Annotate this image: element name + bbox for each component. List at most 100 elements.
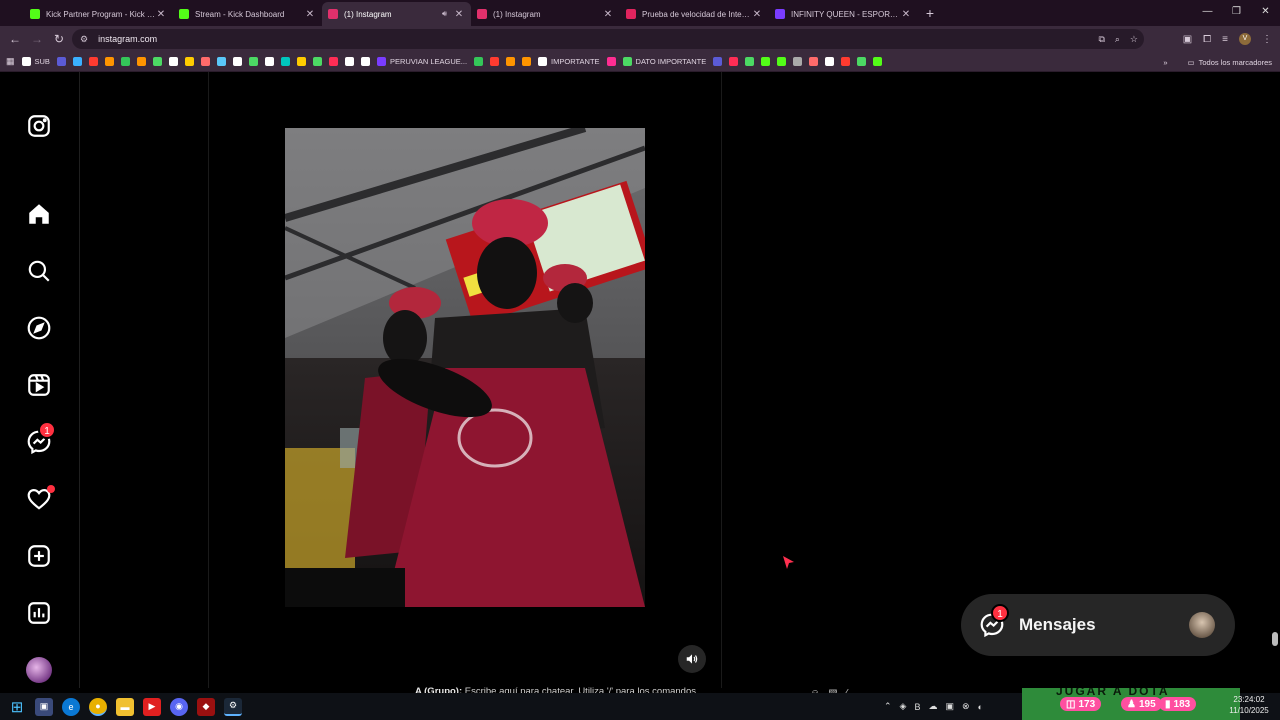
bookmark-item[interactable] [312,57,322,66]
bookmark-item[interactable] [344,57,354,66]
menu-icon[interactable]: ⋮ [1262,34,1272,45]
new-tab-button[interactable]: + [918,2,942,26]
tray-overflow-icon[interactable]: ⌃ [884,701,892,712]
tray-app-icon[interactable]: B [914,702,920,712]
explore-compass-icon[interactable] [25,314,53,342]
bookmark-item[interactable] [825,57,835,66]
bookmark-item[interactable] [713,57,723,66]
bookmark-item[interactable] [280,57,290,66]
system-clock[interactable]: 23:24:02 11/10/2025 [1226,694,1272,716]
profile-avatar[interactable]: V [1239,33,1251,45]
tab-search-icon[interactable]: ≡ [1222,34,1228,45]
bookmark-item[interactable] [136,57,146,66]
bookmark-item[interactable] [168,57,178,66]
browser-tab[interactable]: Stream - Kick Dashboard ✕ [173,2,322,26]
url-text[interactable]: instagram.com [98,34,157,44]
reel-video[interactable] [285,128,645,607]
forward-icon[interactable]: → [26,32,48,46]
site-info-icon[interactable]: ⚙ [80,34,88,45]
all-bookmarks-button[interactable]: ▭ Todos los marcadores [1188,58,1272,67]
bookmark-item[interactable] [328,57,338,66]
xbox-icon[interactable]: ⊗ [962,701,970,712]
bookmark-item[interactable] [88,57,98,66]
tab-close-icon[interactable]: ✕ [900,9,912,20]
create-plus-icon[interactable] [25,542,53,570]
tab-close-icon[interactable]: ✕ [602,9,614,20]
browser-tab[interactable]: Prueba de velocidad de Interne ✕ [620,2,769,26]
bookmark-item[interactable] [216,57,226,66]
instagram-logo-icon[interactable] [25,112,53,140]
bookmark-item[interactable]: PERUVIAN LEAGUE... [376,57,467,66]
tab-close-icon[interactable]: ✕ [304,9,316,20]
audio-toggle-button[interactable] [678,645,706,673]
bookmark-item[interactable] [793,57,803,66]
bookmark-item[interactable]: DATO IMPORTANTE [622,57,706,66]
messages-pill-button[interactable]: 1 Mensajes [961,594,1235,656]
bookmark-item[interactable]: SUB [21,57,50,66]
zoom-icon[interactable]: ⌕ [1115,34,1120,45]
back-icon[interactable]: ← [4,32,26,46]
windows-start-icon[interactable]: ⊞ [8,698,26,716]
bookmark-item[interactable] [152,57,162,66]
bookmark-item[interactable] [248,57,258,66]
bookmark-item[interactable] [264,57,274,66]
tray-app-icon[interactable]: ▣ [945,701,954,712]
bookmark-item[interactable] [809,57,819,66]
reading-mode-icon[interactable]: ▣ [1183,34,1192,45]
bookmark-item[interactable] [857,57,867,66]
browser-tab[interactable]: (1) Instagram 🔊︎ ✕ [322,2,471,26]
bookmark-item[interactable] [729,57,739,66]
tray-app-icon[interactable]: ☁ [928,701,937,712]
bookmark-item[interactable]: IMPORTANTE [538,57,600,66]
tray-app-icon[interactable]: ◈ [900,701,907,712]
bookmark-item[interactable] [360,57,370,66]
minimize-icon[interactable]: — [1193,0,1222,26]
bookmark-item[interactable] [72,57,82,66]
app-icon[interactable]: ▣ [35,697,53,716]
bookmark-item[interactable] [104,57,114,66]
discord-icon[interactable]: ◉ [170,697,188,716]
file-explorer-icon[interactable]: ▬ [116,697,134,716]
bookmark-item[interactable] [184,57,194,66]
bookmark-item[interactable] [232,57,242,66]
browser-tab[interactable]: (1) Instagram ✕ [471,2,620,26]
chrome-icon[interactable]: ● [89,697,107,716]
reels-icon[interactable] [25,371,53,399]
youtube-icon[interactable]: ▶ [143,697,161,716]
bookmark-item[interactable] [777,57,787,66]
browser-tab[interactable]: Kick Partner Program - Kick Da ✕ [24,2,173,26]
bookmark-item[interactable] [200,57,210,66]
search-icon[interactable] [25,257,53,285]
edge-icon[interactable]: e [62,697,80,716]
bookmark-item[interactable] [761,57,771,66]
browser-tab[interactable]: INFINITY QUEEN - ESPORTS FE✕ [769,2,918,26]
bookmark-item[interactable] [120,57,130,66]
tab-close-icon[interactable]: ✕ [155,9,167,20]
notifications-heart-icon[interactable] [25,485,55,513]
extensions-icon[interactable]: ⧠ [1203,34,1211,45]
steam-icon[interactable]: ⚙ [224,697,242,716]
tab-audio-icon[interactable]: 🔊︎ [442,9,447,19]
omnibox[interactable]: ⚙ instagram.com ⧉ ⌕ ☆ [72,29,1144,49]
tab-close-icon[interactable]: ✕ [751,9,763,20]
profile-avatar-side[interactable] [25,656,53,684]
tab-close-icon[interactable]: ✕ [453,9,465,20]
apps-grid-icon[interactable]: ▦ [6,56,15,67]
tray-app-icon[interactable]: ◐ [978,702,983,712]
open-in-app-icon[interactable]: ⧉ [1098,34,1104,45]
bookmark-item[interactable] [745,57,755,66]
bookmark-item[interactable] [56,57,66,66]
messenger-icon[interactable]: 1 [25,421,56,456]
bookmark-item[interactable] [522,57,532,66]
bookmark-star-icon[interactable]: ☆ [1130,34,1138,45]
bookmark-item[interactable] [474,57,484,66]
bookmark-item[interactable] [606,57,616,66]
reload-icon[interactable]: ↻ [48,32,70,46]
page-scrollbar[interactable] [1272,632,1278,646]
maximize-icon[interactable]: ❐ [1222,0,1251,26]
home-icon[interactable] [25,200,53,228]
close-window-icon[interactable]: ✕ [1251,0,1280,26]
dashboard-insights-icon[interactable] [25,599,53,627]
more-bookmarks-icon[interactable]: » [1163,58,1167,67]
bookmark-item[interactable] [873,57,883,66]
